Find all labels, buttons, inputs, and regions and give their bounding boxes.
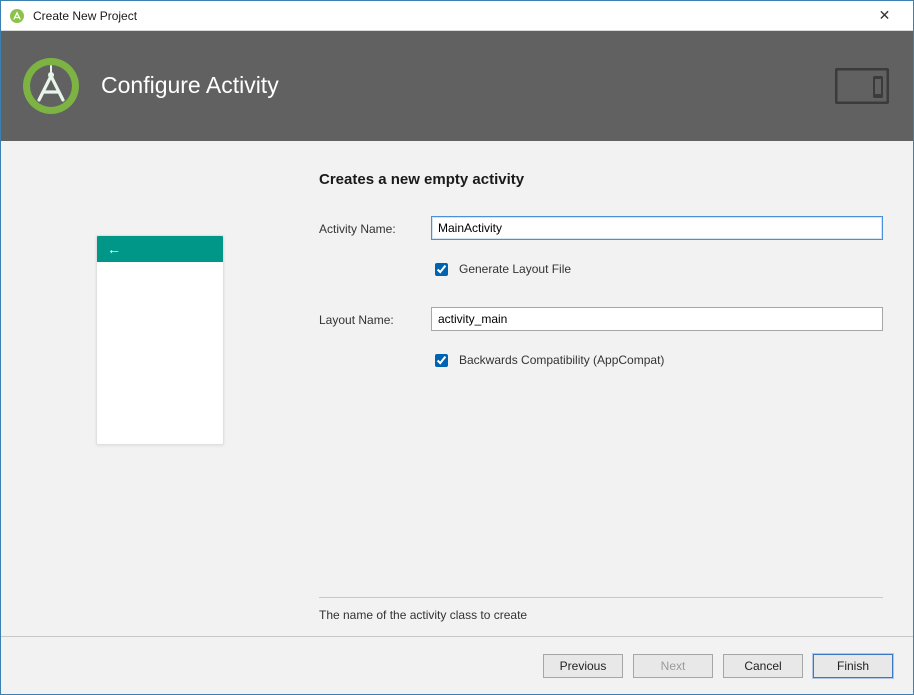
close-icon: ✕ — [879, 7, 891, 24]
hint-text: The name of the activity class to create — [319, 608, 527, 622]
back-arrow-icon: ← — [107, 241, 121, 257]
layout-name-row: Layout Name: — [319, 307, 883, 331]
dialog-window: Create New Project ✕ Configure Activity — [0, 0, 914, 695]
finish-button[interactable]: Finish — [813, 654, 893, 678]
titlebar: Create New Project ✕ — [1, 1, 913, 31]
generate-layout-row: Generate Layout File — [319, 252, 883, 295]
window-close-button[interactable]: ✕ — [862, 1, 907, 31]
backwards-compat-checkbox-label[interactable]: Backwards Compatibility (AppCompat) — [431, 351, 883, 370]
activity-name-input[interactable] — [431, 216, 883, 240]
layout-name-label: Layout Name: — [319, 311, 431, 327]
backwards-compat-checkbox[interactable] — [435, 354, 448, 367]
device-preview-icon — [835, 68, 889, 104]
banner-title: Configure Activity — [101, 72, 835, 99]
activity-preview: ← — [96, 235, 224, 445]
activity-name-label: Activity Name: — [319, 220, 431, 236]
form-pane: Creates a new empty activity Activity Na… — [319, 141, 913, 637]
android-studio-logo-icon — [21, 56, 81, 116]
hint-area: The name of the activity class to create — [319, 597, 883, 636]
activity-name-row: Activity Name: — [319, 216, 883, 240]
app-icon — [9, 8, 25, 24]
backwards-compat-text: Backwards Compatibility (AppCompat) — [459, 353, 664, 367]
cancel-button[interactable]: Cancel — [723, 654, 803, 678]
content-area: ← Creates a new empty activity Activity … — [1, 141, 913, 637]
window-title: Create New Project — [33, 9, 862, 23]
preview-pane: ← — [1, 141, 319, 637]
generate-layout-checkbox[interactable] — [435, 263, 448, 276]
previous-button[interactable]: Previous — [543, 654, 623, 678]
layout-name-input[interactable] — [431, 307, 883, 331]
button-bar: Previous Next Cancel Finish — [1, 636, 913, 694]
preview-appbar: ← — [97, 236, 223, 262]
generate-layout-text: Generate Layout File — [459, 262, 571, 276]
next-button[interactable]: Next — [633, 654, 713, 678]
generate-layout-checkbox-label[interactable]: Generate Layout File — [431, 260, 883, 279]
section-heading: Creates a new empty activity — [319, 171, 883, 188]
backwards-compat-row: Backwards Compatibility (AppCompat) — [319, 343, 883, 386]
banner: Configure Activity — [1, 31, 913, 141]
